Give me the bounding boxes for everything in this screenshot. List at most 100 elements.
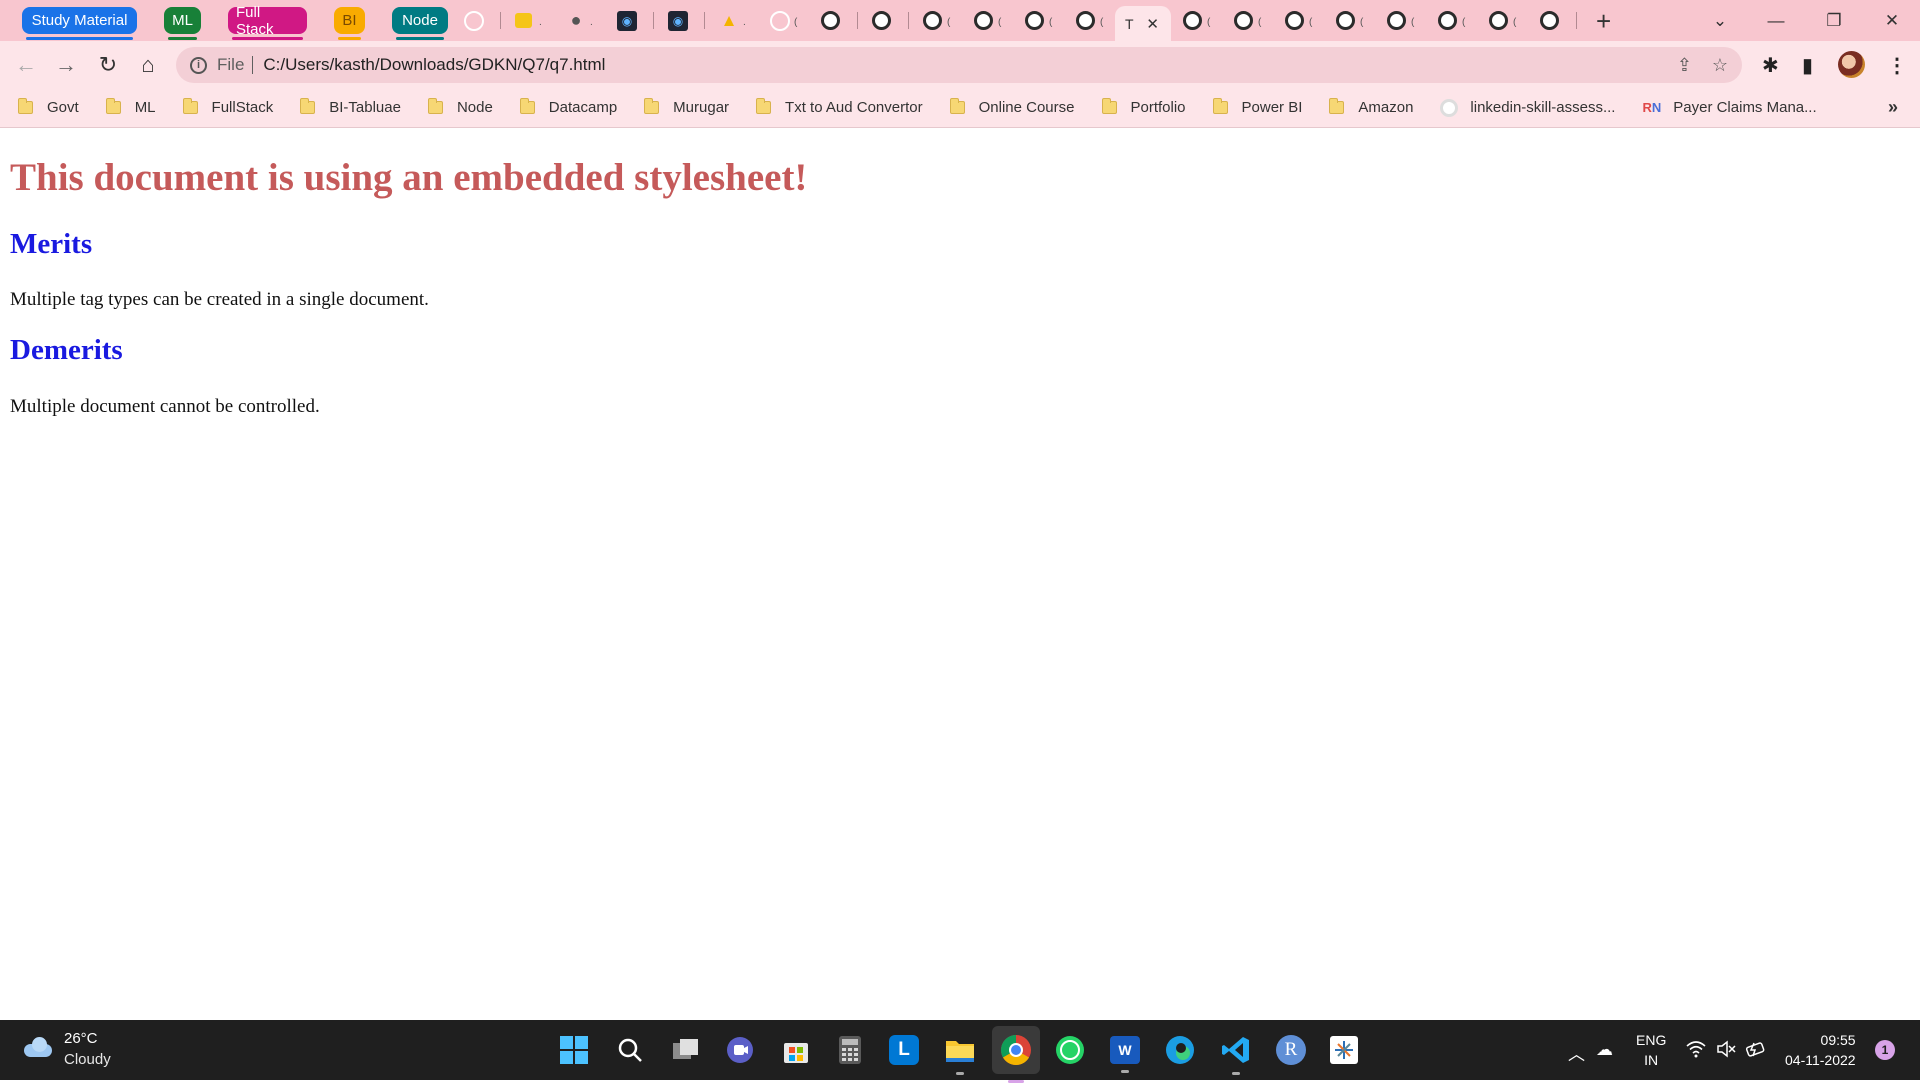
tab-globe-11[interactable]: (	[1375, 0, 1426, 41]
bookmark-star-icon[interactable]: ☆	[1712, 55, 1728, 76]
cloud-weather-icon[interactable]	[22, 1036, 54, 1058]
r-app-icon[interactable]: R	[1276, 1035, 1306, 1065]
bookmark-linkedin-skill[interactable]: linkedin-skill-assess...	[1440, 98, 1615, 117]
globe-icon	[872, 11, 891, 30]
bookmark-txt-to-aud[interactable]: Txt to Aud Convertor	[756, 98, 923, 116]
tab-group-full-stack[interactable]: Full Stack	[228, 4, 307, 40]
bookmark-datacamp[interactable]: Datacamp	[519, 98, 617, 116]
tab-github-2[interactable]: (	[758, 0, 809, 41]
profile-avatar[interactable]	[1838, 51, 1865, 78]
tab-apple[interactable]: ●.	[554, 0, 605, 41]
bookmark-portfolio[interactable]: Portfolio	[1101, 98, 1186, 116]
tab-globe-12[interactable]: (	[1426, 0, 1477, 41]
task-view-icon[interactable]	[670, 1034, 702, 1066]
bookmark-amazon[interactable]: Amazon	[1329, 98, 1413, 116]
tab-globe-9[interactable]: (	[1273, 0, 1324, 41]
tab-group-node[interactable]: Node	[392, 7, 448, 40]
onedrive-offline-icon[interactable]: ☁	[1596, 1040, 1613, 1060]
bookmark-fullstack[interactable]: FullStack	[182, 98, 273, 116]
globe-icon	[1489, 11, 1508, 30]
running-indicator	[1232, 1072, 1240, 1075]
new-tab-button[interactable]: +	[1596, 6, 1611, 37]
address-bar[interactable]: i File C:/Users/kasth/Downloads/GDKN/Q7/…	[176, 47, 1742, 83]
globe-icon	[1438, 11, 1457, 30]
home-icon[interactable]: ⌂	[132, 49, 164, 81]
tab-drive[interactable]: ▲.	[707, 0, 758, 41]
tab-globe-5[interactable]: (	[1013, 0, 1064, 41]
tab-globe-7[interactable]: (	[1171, 0, 1222, 41]
folder-icon	[300, 98, 316, 114]
file-explorer-icon[interactable]	[944, 1034, 976, 1075]
reload-icon[interactable]: ↻	[92, 49, 124, 81]
bookmarks-overflow-chevron-icon[interactable]: »	[1888, 97, 1898, 118]
calculator-icon[interactable]	[834, 1034, 866, 1066]
url-text[interactable]: C:/Users/kasth/Downloads/GDKN/Q7/q7.html	[263, 55, 605, 75]
tab-close-icon[interactable]: ✕	[1146, 15, 1159, 33]
side-panel-icon[interactable]: ▮	[1802, 53, 1813, 78]
tab-code-1[interactable]: ◉	[605, 0, 656, 41]
tableau-icon[interactable]	[1330, 1036, 1358, 1064]
bookmark-online-course[interactable]: Online Course	[949, 98, 1075, 116]
system-clock[interactable]: 09:55 04-11-2022	[1785, 1030, 1856, 1070]
r-app-label: R	[1284, 1039, 1298, 1060]
restore-button[interactable]: ❐	[1806, 0, 1862, 41]
wifi-icon[interactable]	[1686, 1040, 1706, 1063]
l-app-icon[interactable]: L	[889, 1035, 919, 1065]
volume-muted-icon[interactable]	[1716, 1040, 1736, 1063]
notification-badge[interactable]: 1	[1875, 1040, 1895, 1060]
active-tab[interactable]: T ✕	[1115, 6, 1171, 41]
tab-globe-3[interactable]: (	[911, 0, 962, 41]
search-icon[interactable]	[614, 1034, 646, 1066]
tab-globe-4[interactable]: (	[962, 0, 1013, 41]
globe-icon	[1076, 11, 1095, 30]
bookmark-node[interactable]: Node	[427, 98, 493, 116]
start-windows-icon[interactable]	[558, 1034, 590, 1066]
menu-kebab-icon[interactable]: ⋮	[1887, 53, 1907, 78]
bookmark-ml[interactable]: ML	[105, 98, 156, 116]
chrome-icon[interactable]	[992, 1026, 1040, 1083]
close-window-button[interactable]: ✕	[1864, 0, 1920, 41]
clock-time: 09:55	[1820, 1032, 1856, 1048]
tab-classroom[interactable]: .	[503, 0, 554, 41]
teams-chat-icon[interactable]	[724, 1034, 756, 1066]
tab-globe-8[interactable]: (	[1222, 0, 1273, 41]
word-icon[interactable]: W	[1110, 1036, 1140, 1073]
rn-icon: RN	[1642, 100, 1662, 115]
weather-condition[interactable]: Cloudy	[64, 1051, 111, 1068]
input-language-indicator[interactable]: ENG IN	[1636, 1030, 1666, 1070]
bookmark-govt[interactable]: Govt	[18, 98, 79, 116]
vscode-icon[interactable]	[1220, 1034, 1252, 1075]
tab-group-ml[interactable]: ML	[164, 7, 201, 40]
bookmark-murugar[interactable]: Murugar	[644, 98, 729, 116]
tab-search-dropdown-icon[interactable]: ⌄	[1692, 0, 1748, 41]
globe-icon	[974, 11, 993, 30]
tab-globe-2[interactable]	[860, 0, 911, 41]
back-arrow-icon[interactable]: ←	[10, 49, 42, 81]
w-app-label: W	[1118, 1042, 1132, 1058]
site-info-icon[interactable]: i	[190, 56, 207, 74]
share-icon[interactable]: ⇪	[1677, 55, 1692, 76]
tab-globe-10[interactable]: (	[1324, 0, 1375, 41]
extensions-icon[interactable]: ✱	[1762, 53, 1779, 78]
tab-group-study-material[interactable]: Study Material	[22, 7, 137, 40]
minimize-button[interactable]: —	[1748, 0, 1804, 41]
tab-globe-6[interactable]: (	[1064, 0, 1115, 41]
globe-icon	[1540, 11, 1559, 30]
edge-icon[interactable]	[1164, 1034, 1196, 1066]
microsoft-store-icon[interactable]	[780, 1034, 812, 1066]
bookmark-power-bi[interactable]: Power BI	[1212, 98, 1302, 116]
tab-code-2[interactable]: ◉	[656, 0, 707, 41]
forward-arrow-icon[interactable]: →	[50, 49, 82, 81]
tab-globe-13[interactable]: (	[1477, 0, 1528, 41]
whatsapp-icon[interactable]	[1054, 1034, 1086, 1066]
tab-github[interactable]	[452, 0, 503, 41]
show-hidden-icons-chevron-icon[interactable]: ︿	[1568, 1040, 1585, 1065]
apple-icon: ●	[570, 10, 582, 30]
bookmark-payer-claims[interactable]: RN Payer Claims Mana...	[1642, 99, 1816, 116]
tab-group-bi[interactable]: BI	[334, 7, 365, 40]
tab-globe-1[interactable]	[809, 0, 860, 41]
battery-charging-icon[interactable]	[1745, 1040, 1767, 1063]
tab-globe-14[interactable]	[1528, 0, 1579, 41]
weather-temperature[interactable]: 26°C	[64, 1030, 98, 1047]
bookmark-bi-tabluae[interactable]: BI-Tabluae	[300, 98, 401, 116]
